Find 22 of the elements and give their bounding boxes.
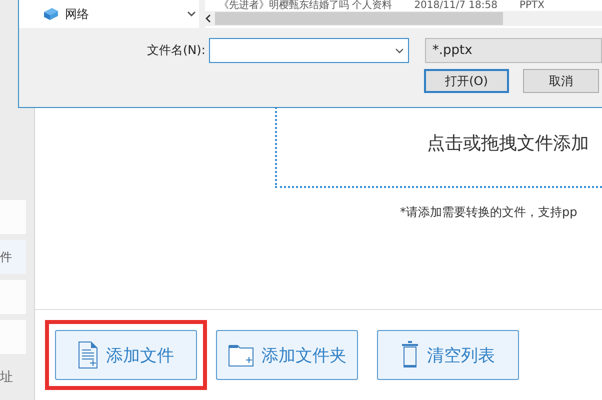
dialog-button[interactable]: 打开(O) [424,69,509,93]
filename-field[interactable] [209,38,410,63]
chevron-down-icon[interactable] [186,11,196,17]
action-button[interactable]: 清空列表 [377,330,519,380]
document-icon [78,341,98,369]
file-type: PPTX [519,0,544,11]
sidebar-tile[interactable]: 件 [0,240,26,274]
folder-icon [228,343,254,367]
sidebar-label: 址 [0,369,14,386]
filename-label: 文件名(N): [147,42,206,59]
action-button[interactable]: 添加文件夹 [216,330,358,380]
file-type-dropdown[interactable]: *.pptx [425,38,602,63]
file-date: 2018/11/7 18:58 [414,0,498,11]
trash-icon [401,341,419,369]
action-button[interactable]: 添加文件 [55,330,197,380]
hint-text: *请添加需要转换的文件，支持pp [400,204,578,221]
network-icon [43,7,59,21]
scrollbar-thumb[interactable] [215,12,503,25]
chevron-left-icon[interactable] [205,14,211,23]
dialog-button[interactable]: 取消 [523,69,599,93]
nav-item[interactable]: 网络 [65,6,89,22]
chevron-down-icon [395,48,404,54]
